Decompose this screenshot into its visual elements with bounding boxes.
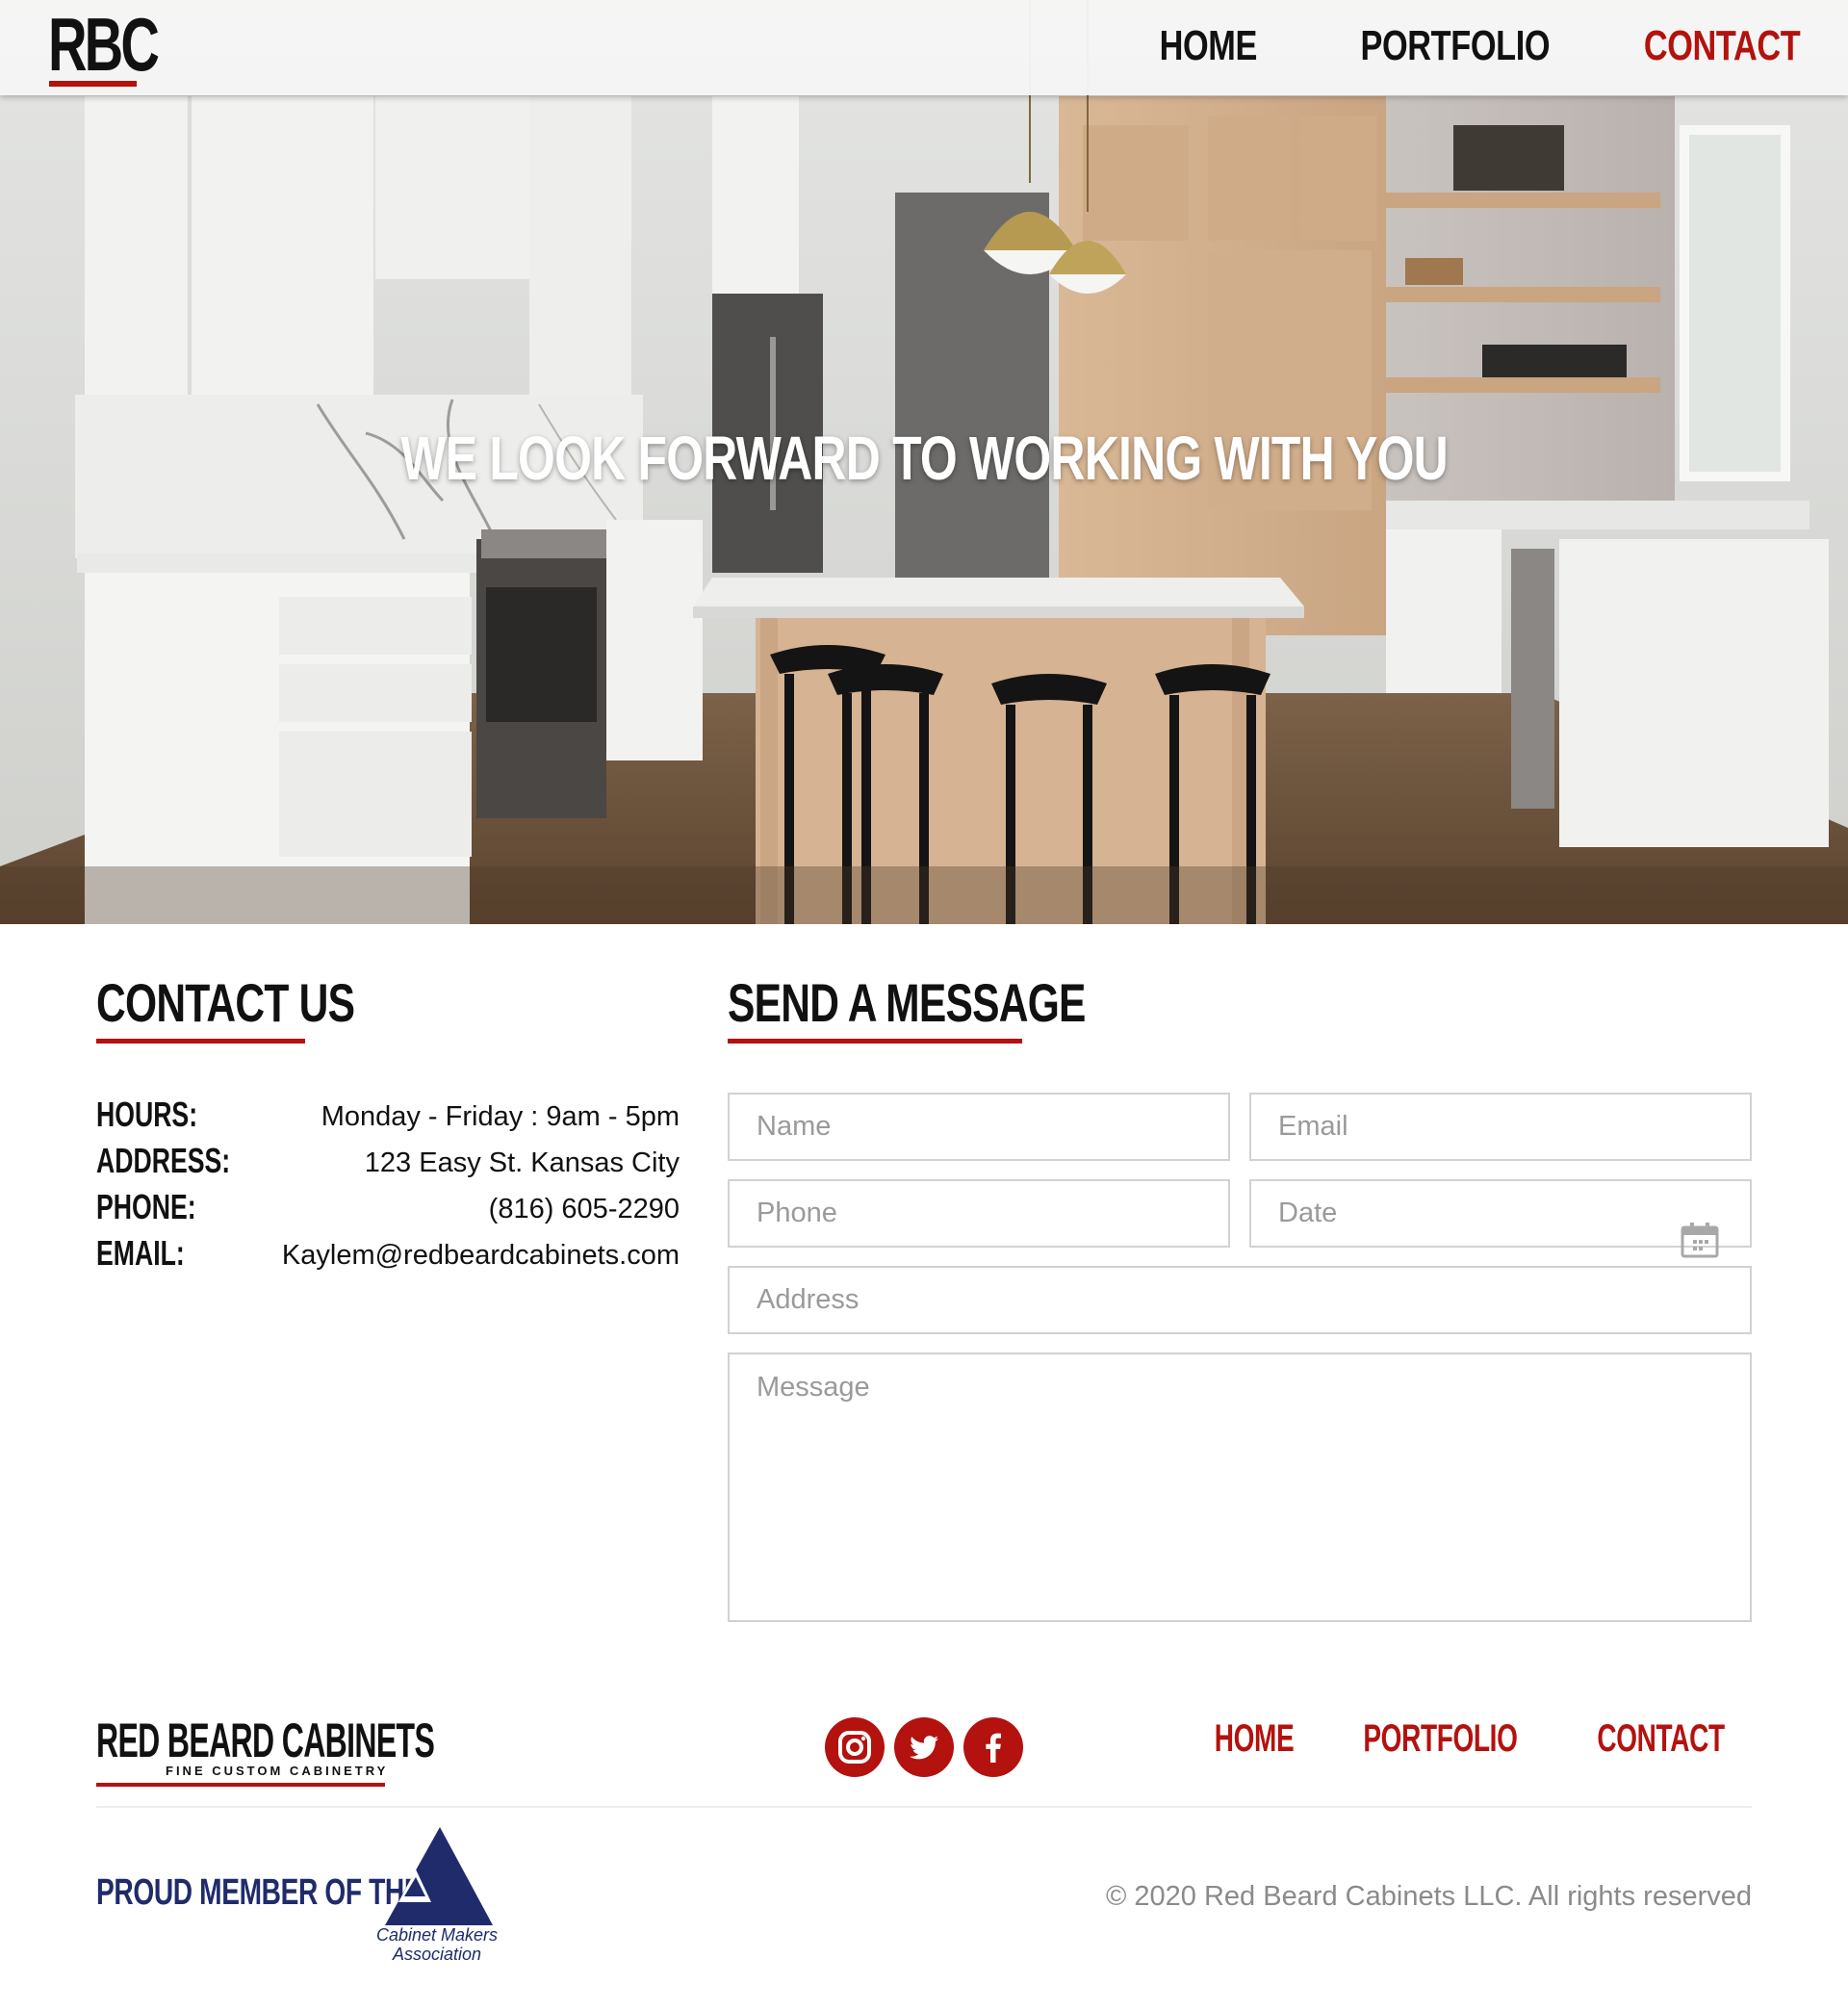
address-input[interactable]	[730, 1268, 1750, 1332]
message-heading: SEND A MESSAGE	[728, 972, 1086, 1033]
footer-brand-tagline: FINE CUSTOM CABINETRY	[166, 1764, 389, 1778]
contact-heading-underline	[96, 1039, 305, 1044]
footer-nav-contact[interactable]: CONTACT	[1597, 1715, 1725, 1762]
info-row-email: EMAIL: Kaylem@redbeardcabinets.com	[96, 1232, 680, 1278]
hours-label: HOURS:	[96, 1095, 198, 1134]
phone-field	[728, 1179, 1230, 1248]
cabinet-makers-association-logo[interactable]: Cabinet Makers Association	[370, 1825, 504, 1968]
phone-value[interactable]: (816) 605-2290	[489, 1190, 680, 1228]
message-heading-underline	[728, 1039, 1022, 1044]
site-header: RBC HOME PORTFOLIO CONTACT	[0, 0, 1848, 95]
address-value: 123 Easy St. Kansas City	[364, 1147, 680, 1178]
footer-divider	[96, 1806, 1752, 1808]
copyright-text: © 2020 Red Beard Cabinets LLC. All right…	[1105, 1881, 1752, 1912]
date-input[interactable]	[1251, 1181, 1750, 1246]
main-nav: HOME PORTFOLIO CONTACT	[1132, 21, 1800, 71]
twitter-button[interactable]	[894, 1717, 954, 1777]
contact-heading: CONTACT US	[96, 972, 355, 1033]
email-value[interactable]: Kaylem@redbeardcabinets.com	[282, 1236, 680, 1275]
cma-text: Cabinet Makers Association	[375, 1925, 499, 1964]
footer-nav: HOME PORTFOLIO CONTACT	[1197, 1715, 1752, 1762]
hero-title: WE LOOK FORWARD TO WORKING WITH YOU	[400, 424, 1448, 493]
footer-nav-home[interactable]: HOME	[1215, 1715, 1295, 1762]
info-row-phone: PHONE: (816) 605-2290	[96, 1186, 680, 1232]
twitter-icon	[910, 1736, 938, 1760]
footer-brand-underline	[96, 1783, 385, 1787]
instagram-icon	[838, 1731, 871, 1764]
address-field	[728, 1266, 1752, 1334]
phone-input[interactable]	[730, 1181, 1228, 1246]
logo-underline	[49, 81, 137, 87]
nav-contact[interactable]: CONTACT	[1644, 21, 1801, 71]
hero-section: WE LOOK FORWARD TO WORKING WITH YOU	[0, 0, 1848, 924]
footer-nav-portfolio[interactable]: PORTFOLIO	[1363, 1715, 1518, 1762]
email-field	[1249, 1093, 1752, 1161]
nav-home[interactable]: HOME	[1159, 21, 1257, 71]
logo-text: RBC	[48, 2, 160, 87]
instagram-button[interactable]	[825, 1717, 885, 1777]
name-input[interactable]	[730, 1095, 1228, 1159]
message-field	[728, 1353, 1752, 1622]
message-textarea[interactable]	[730, 1354, 1750, 1620]
name-field	[728, 1093, 1230, 1161]
rbc-logo[interactable]: RBC	[48, 6, 160, 87]
calendar-icon[interactable]	[1681, 1222, 1719, 1258]
email-label: EMAIL:	[96, 1233, 185, 1273]
info-row-address: ADDRESS: 123 Easy St. Kansas City	[96, 1140, 680, 1186]
info-row-hours: HOURS: Monday - Friday : 9am - 5pm	[96, 1094, 680, 1140]
date-field	[1249, 1179, 1752, 1258]
nav-portfolio[interactable]: PORTFOLIO	[1360, 21, 1550, 71]
address-label: ADDRESS:	[96, 1141, 231, 1180]
email-input[interactable]	[1251, 1095, 1750, 1159]
facebook-button[interactable]	[963, 1717, 1023, 1777]
footer-brand-name[interactable]: RED BEARD CABINETS	[96, 1715, 625, 1765]
phone-label: PHONE:	[96, 1187, 196, 1226]
cma-triangle-icon	[385, 1827, 493, 1925]
facebook-icon	[986, 1733, 1001, 1763]
hours-value: Monday - Friday : 9am - 5pm	[321, 1101, 680, 1132]
